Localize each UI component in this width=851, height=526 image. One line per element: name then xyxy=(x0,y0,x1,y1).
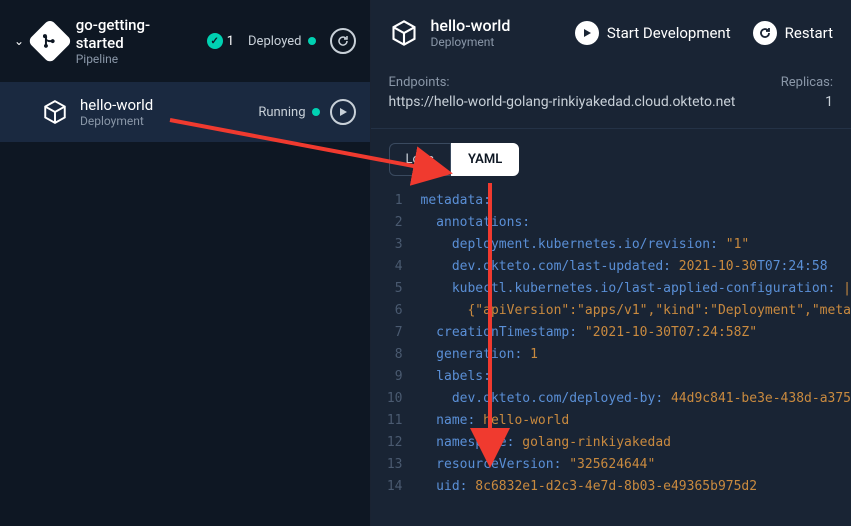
main-title: hello-world xyxy=(431,16,511,35)
cube-icon xyxy=(389,18,419,48)
deployment-title: hello-world xyxy=(80,96,153,114)
main-subtitle: Deployment xyxy=(431,35,511,49)
restart-icon xyxy=(753,21,777,45)
status-dot-icon xyxy=(312,108,320,116)
code-line: 12 namespace: golang-rinkiyakedad xyxy=(371,432,851,454)
endpoints-block: Endpoints: https://hello-world-golang-ri… xyxy=(389,75,736,110)
code-line: 9 labels: xyxy=(371,366,851,388)
code-line: 10 dev.okteto.com/deployed-by: 44d9c841-… xyxy=(371,388,851,410)
check-icon: ✓ xyxy=(207,33,223,49)
replicas-value: 1 xyxy=(781,94,833,110)
deployment-row[interactable]: hello-world Deployment Running xyxy=(0,82,370,142)
sidebar: ⌄ go-getting-started Pipeline ✓ 1 Deploy… xyxy=(0,0,371,526)
code-line: 14 uid: 8c6832e1-d2c3-4e7d-8b03-e49365b9… xyxy=(371,476,851,498)
count-value: 1 xyxy=(227,34,234,49)
pipeline-meta: ✓ 1 Deployed xyxy=(207,28,356,54)
yaml-code[interactable]: 1metadata:2 annotations:3 deployment.kub… xyxy=(371,176,851,498)
code-line: 8 generation: 1 xyxy=(371,344,851,366)
status-dot-icon xyxy=(308,37,316,45)
pipeline-status: Deployed xyxy=(248,34,316,49)
start-development-button[interactable]: Start Development xyxy=(575,21,731,45)
header-actions: Start Development Restart xyxy=(575,21,833,45)
pipeline-subtitle: Pipeline xyxy=(76,52,197,66)
pipeline-title: go-getting-started xyxy=(76,16,197,52)
main-header: hello-world Deployment Start Development… xyxy=(371,0,851,65)
main-title-block: hello-world Deployment xyxy=(431,16,511,49)
refresh-button[interactable] xyxy=(330,28,356,54)
cube-icon xyxy=(40,97,70,127)
code-line: 6 {"apiVersion":"apps/v1","kind":"Deploy… xyxy=(371,300,851,322)
chevron-down-icon[interactable]: ⌄ xyxy=(14,34,24,48)
pipeline-row[interactable]: ⌄ go-getting-started Pipeline ✓ 1 Deploy… xyxy=(0,0,370,82)
code-line: 13 resourceVersion: "325624644" xyxy=(371,454,851,476)
code-line: 11 name: hello-world xyxy=(371,410,851,432)
deployment-subtitle: Deployment xyxy=(80,114,153,128)
deployment-meta: Running xyxy=(258,99,355,125)
restart-button[interactable]: Restart xyxy=(753,21,833,45)
main-panel: hello-world Deployment Start Development… xyxy=(371,0,851,526)
code-line: 5 kubectl.kubernetes.io/last-applied-con… xyxy=(371,278,851,300)
play-button[interactable] xyxy=(330,99,356,125)
code-line: 3 deployment.kubernetes.io/revision: "1" xyxy=(371,234,851,256)
code-line: 2 annotations: xyxy=(371,212,851,234)
replicas-block: Replicas: 1 xyxy=(781,75,833,110)
play-icon xyxy=(575,21,599,45)
tabs: Logs YAML xyxy=(371,129,851,176)
info-row: Endpoints: https://hello-world-golang-ri… xyxy=(371,65,851,129)
code-line: 4 dev.okteto.com/last-updated: 2021-10-3… xyxy=(371,256,851,278)
endpoints-value[interactable]: https://hello-world-golang-rinkiyakedad.… xyxy=(389,94,736,110)
tab-logs[interactable]: Logs xyxy=(389,143,451,176)
endpoints-label: Endpoints: xyxy=(389,75,736,90)
tab-yaml[interactable]: YAML xyxy=(451,143,519,176)
deployment-text: hello-world Deployment xyxy=(80,96,153,128)
count-badge: ✓ 1 xyxy=(207,33,234,49)
git-branch-icon xyxy=(27,18,72,63)
pipeline-text: go-getting-started Pipeline xyxy=(76,16,197,66)
code-line: 7 creationTimestamp: "2021-10-30T07:24:5… xyxy=(371,322,851,344)
deployment-status: Running xyxy=(258,105,319,120)
replicas-label: Replicas: xyxy=(781,75,833,90)
code-line: 1metadata: xyxy=(371,190,851,212)
